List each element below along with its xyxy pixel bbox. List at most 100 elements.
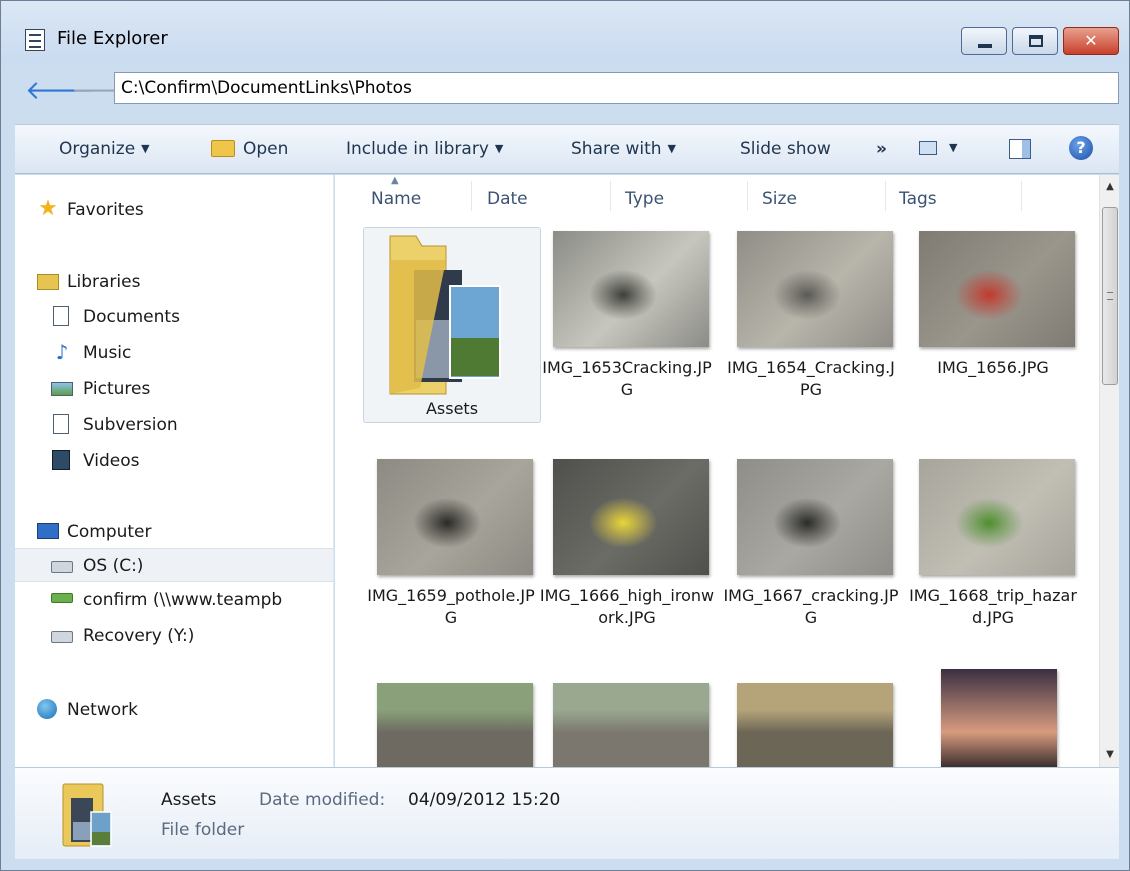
item-name-label: IMG_1659_pothole.JPG: [367, 586, 535, 627]
nav-item-network[interactable]: Network: [15, 693, 333, 727]
drive-icon: [51, 631, 73, 643]
nav-label: Videos: [83, 451, 140, 471]
nav-item-confirm-network-drive[interactable]: confirm (\\www.teampb: [15, 583, 333, 617]
nav-item-pictures[interactable]: Pictures: [15, 372, 333, 406]
organize-button[interactable]: Organize ▼: [59, 139, 150, 159]
column-divider[interactable]: [1021, 181, 1022, 211]
column-header-size[interactable]: Size: [762, 189, 797, 209]
item-name-label: IMG_1667_cracking.JPG: [723, 586, 899, 627]
include-in-library-label: Include in library: [346, 139, 489, 159]
maximize-icon: [1029, 35, 1043, 47]
item-name-label: IMG_1654_Cracking.JPG: [727, 358, 895, 399]
nav-item-libraries[interactable]: Libraries: [15, 265, 333, 299]
photo-thumbnail: [377, 459, 533, 575]
photo-thumbnail: [377, 683, 533, 767]
file-item[interactable]: IMG_1656.JPG: [905, 231, 1081, 441]
photo-thumbnail: [553, 231, 709, 347]
item-name-label: Assets: [425, 399, 479, 418]
navigation-pane: ★ Favorites Libraries Documents ♪ Music …: [15, 175, 334, 767]
file-item[interactable]: IMG_1659_pothole.JPG: [363, 459, 539, 669]
photo-thumbnail: [737, 459, 893, 575]
scrollbar-thumb[interactable]: [1102, 207, 1118, 385]
open-label: Open: [243, 139, 289, 159]
nav-label: Subversion: [83, 415, 178, 435]
column-header-row: ▲ Name Date Type Size Tags: [335, 175, 1099, 221]
address-bar[interactable]: C:\Confirm\DocumentLinks\Photos: [114, 72, 1119, 104]
file-list: ▲ Name Date Type Size Tags Assets IMG_165…: [335, 175, 1099, 767]
nav-label: Pictures: [83, 379, 151, 399]
network-drive-icon: [51, 593, 73, 603]
vertical-scrollbar[interactable]: ▲ ▼: [1099, 175, 1119, 767]
maximize-button[interactable]: [1012, 27, 1058, 55]
open-button[interactable]: Open: [211, 139, 288, 159]
title-bar: File Explorer ✕ 🡐 🡒 C:\Confirm\DocumentL…: [1, 1, 1129, 104]
grip-icon: [1107, 292, 1113, 300]
photo-thumbnail: [919, 231, 1075, 347]
star-icon: ★: [38, 196, 58, 221]
libraries-icon: [37, 274, 59, 290]
close-icon: ✕: [1084, 31, 1098, 50]
details-pane: Assets Date modified: 04/09/2012 15:20 F…: [15, 767, 1119, 859]
column-divider[interactable]: [747, 181, 748, 211]
photo-thumbnail: [737, 231, 893, 347]
nav-label: Recovery (Y:): [83, 626, 195, 646]
nav-item-recovery[interactable]: Recovery (Y:): [15, 619, 333, 653]
scroll-down-arrow-icon[interactable]: ▼: [1100, 745, 1120, 765]
preview-pane-icon[interactable]: [1009, 139, 1031, 159]
file-item[interactable]: [905, 669, 1081, 767]
include-in-library-button[interactable]: Include in library ▼: [346, 139, 503, 159]
nav-item-music[interactable]: ♪ Music: [15, 336, 333, 370]
nav-label: Favorites: [67, 200, 144, 220]
file-item[interactable]: IMG_1667_cracking.JPG: [723, 459, 899, 669]
file-item[interactable]: IMG_1666_high_ironwork.JPG: [539, 459, 715, 669]
item-name-label: IMG_1668_trip_hazard.JPG: [909, 586, 1077, 627]
music-icon: ♪: [55, 340, 69, 364]
folder-icon: [389, 235, 501, 395]
nav-item-favorites[interactable]: ★ Favorites: [15, 193, 333, 227]
nav-item-documents[interactable]: Documents: [15, 300, 333, 334]
sort-ascending-icon: ▲: [391, 175, 399, 186]
nav-item-os-c[interactable]: OS (C:): [15, 548, 333, 582]
drive-icon: [51, 561, 73, 573]
documents-icon: [53, 306, 69, 326]
nav-item-subversion[interactable]: Subversion: [15, 408, 333, 442]
nav-item-computer[interactable]: Computer: [15, 515, 333, 549]
toolbar-overflow-button[interactable]: »: [876, 139, 887, 159]
file-item[interactable]: IMG_1653Cracking.JPG: [539, 231, 715, 441]
nav-label: confirm (\\www.teampb: [83, 590, 283, 610]
folder-item[interactable]: Assets: [363, 227, 541, 423]
organize-label: Organize: [59, 139, 136, 159]
change-view-icon[interactable]: [919, 141, 937, 155]
slide-show-button[interactable]: Slide show: [740, 139, 831, 159]
file-item[interactable]: IMG_1654_Cracking.JPG: [723, 231, 899, 441]
nav-label: Network: [67, 700, 138, 720]
minimize-icon: [978, 44, 992, 48]
photo-thumbnail: [941, 669, 1057, 767]
file-item[interactable]: [363, 683, 539, 767]
close-button[interactable]: ✕: [1063, 27, 1119, 55]
column-divider[interactable]: [885, 181, 886, 211]
nav-label: OS (C:): [83, 556, 144, 576]
column-divider[interactable]: [610, 181, 611, 211]
slide-show-label: Slide show: [740, 139, 831, 159]
details-item-type: File folder: [161, 820, 245, 840]
help-icon[interactable]: ?: [1069, 136, 1093, 160]
file-item[interactable]: IMG_1668_trip_hazard.JPG: [905, 459, 1081, 669]
chevron-down-icon[interactable]: ▼: [949, 141, 957, 154]
window-icon: [25, 29, 45, 51]
nav-label: Computer: [67, 522, 152, 542]
column-header-type[interactable]: Type: [625, 189, 664, 209]
share-with-button[interactable]: Share with ▼: [571, 139, 676, 159]
open-folder-icon: [211, 140, 235, 157]
nav-item-videos[interactable]: Videos: [15, 444, 333, 478]
column-header-date[interactable]: Date: [487, 189, 528, 209]
file-item[interactable]: [723, 683, 899, 767]
column-header-name[interactable]: Name: [371, 189, 421, 209]
column-header-tags[interactable]: Tags: [899, 189, 937, 209]
subversion-icon: [53, 414, 69, 434]
column-divider[interactable]: [471, 181, 472, 211]
file-item[interactable]: [539, 683, 715, 767]
minimize-button[interactable]: [961, 27, 1007, 55]
scroll-up-arrow-icon[interactable]: ▲: [1100, 177, 1120, 197]
nav-label: Music: [83, 343, 132, 363]
